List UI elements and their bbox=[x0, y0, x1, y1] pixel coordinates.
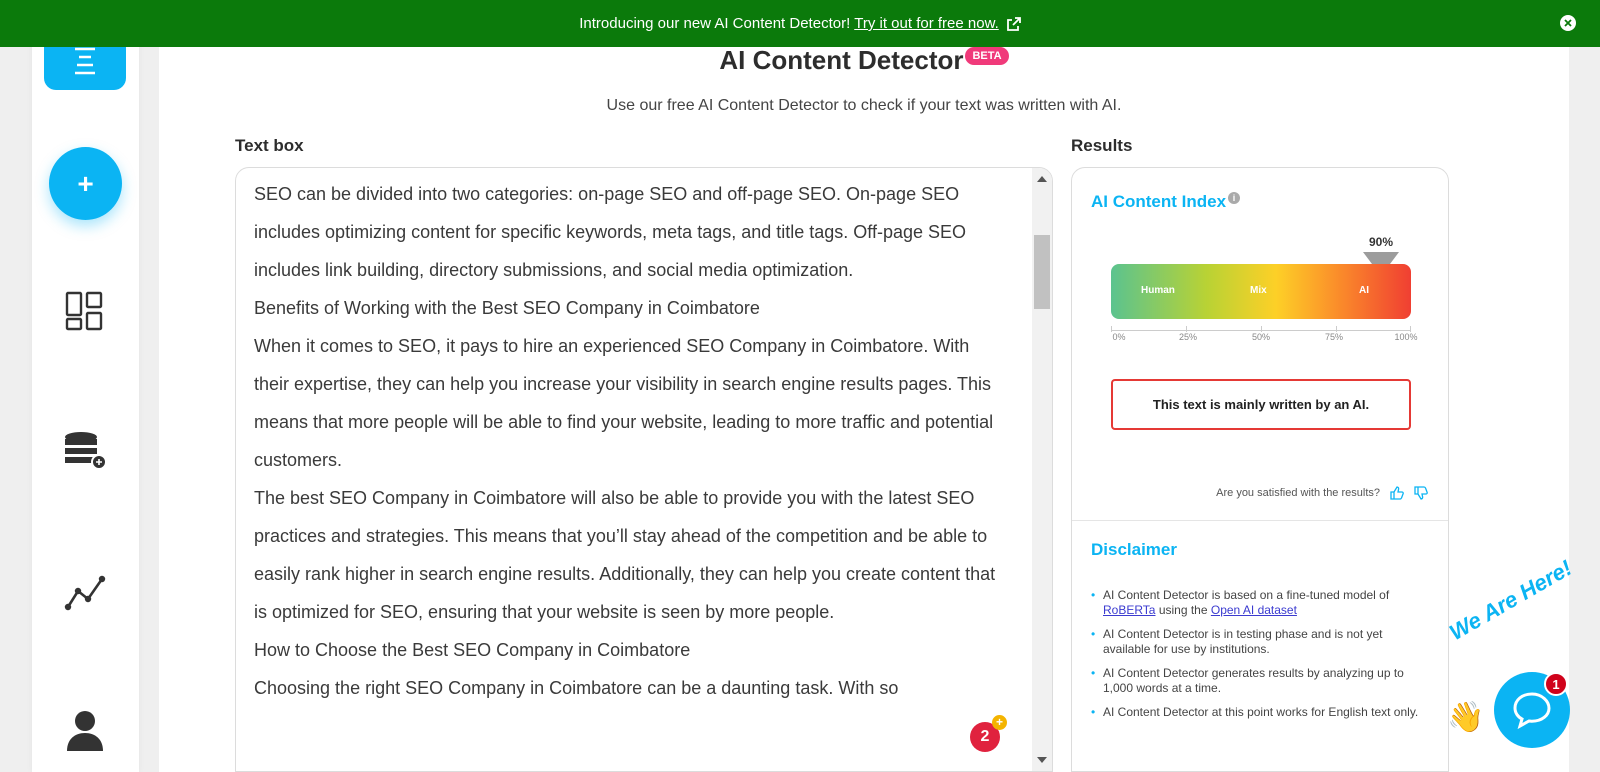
document-icon bbox=[75, 47, 95, 75]
gauge-tick-label: 100% bbox=[1394, 332, 1418, 342]
notification-badge[interactable]: 2 + bbox=[970, 715, 1007, 752]
text-paragraph: Benefits of Working with the Best SEO Co… bbox=[254, 298, 760, 318]
text-paragraph: The best SEO Company in Coimbatore will … bbox=[254, 488, 996, 622]
external-link-icon[interactable] bbox=[1006, 16, 1021, 31]
text-input-area[interactable]: SEO can be divided into two categories: … bbox=[235, 167, 1053, 772]
gauge-label-ai: AI bbox=[1359, 285, 1369, 296]
ai-content-index-text: AI Content Index bbox=[1091, 192, 1227, 211]
gauge-tick-label: 0% bbox=[1112, 332, 1126, 342]
gauge-label-human: Human bbox=[1141, 285, 1175, 296]
info-icon[interactable]: i bbox=[1228, 192, 1241, 204]
text-paragraph: SEO can be divided into two categories: … bbox=[254, 184, 967, 280]
verdict-box: This text is mainly written by an AI. bbox=[1111, 379, 1411, 430]
left-sidebar: + bbox=[32, 0, 139, 772]
disclaimer-title: Disclaimer bbox=[1091, 540, 1177, 559]
text-cut-line bbox=[254, 168, 1009, 175]
ai-gauge-bar: Human Mix AI bbox=[1111, 264, 1411, 319]
announcement-banner: Introducing our new AI Content Detector!… bbox=[0, 0, 1600, 47]
page-subtitle: Use our free AI Content Detector to chec… bbox=[606, 97, 1122, 114]
feedback-row: Are you satisfied with the results? bbox=[1216, 486, 1428, 500]
waving-hand-icon: 👋 bbox=[1447, 701, 1485, 734]
feedback-question: Are you satisfied with the results? bbox=[1216, 487, 1380, 499]
disclaimer-item: AI Content Detector generates results by… bbox=[1091, 666, 1431, 696]
disclaimer-text: using the bbox=[1158, 603, 1208, 617]
scroll-down-arrow-icon[interactable] bbox=[1037, 757, 1047, 763]
gauge-label-mix: Mix bbox=[1250, 285, 1267, 296]
gauge-value-label: 90% bbox=[1368, 235, 1394, 249]
textbox-scrollbar[interactable] bbox=[1032, 168, 1052, 771]
gauge-tick-label: 50% bbox=[1251, 332, 1271, 342]
dashboard-icon bbox=[65, 291, 103, 331]
scrollbar-thumb[interactable] bbox=[1034, 235, 1050, 309]
gauge-tick-label: 75% bbox=[1324, 332, 1344, 342]
text-content[interactable]: SEO can be divided into two categories: … bbox=[254, 168, 1009, 707]
textbox-label: Text box bbox=[235, 136, 304, 155]
results-label: Results bbox=[1071, 136, 1133, 155]
coins-icon bbox=[65, 432, 107, 470]
disclaimer-item: AI Content Detector is based on a fine-t… bbox=[1091, 588, 1431, 618]
chat-bubble-icon bbox=[1513, 692, 1551, 730]
text-paragraph: When it comes to SEO, it pays to hire an… bbox=[254, 336, 994, 470]
disclaimer-item: AI Content Detector is in testing phase … bbox=[1091, 627, 1431, 657]
sidebar-dashboard-button[interactable] bbox=[62, 288, 108, 334]
page-title-text: AI Content Detector bbox=[719, 45, 964, 75]
sidebar-profile-button[interactable] bbox=[62, 708, 108, 754]
banner-close-button[interactable] bbox=[1560, 15, 1576, 31]
close-icon bbox=[1564, 19, 1572, 27]
scroll-up-arrow-icon[interactable] bbox=[1037, 176, 1047, 182]
text-paragraph: How to Choose the Best SEO Company in Co… bbox=[254, 640, 691, 660]
page-title: AI Content Detector BETA bbox=[159, 45, 1569, 76]
chart-line-icon bbox=[64, 575, 106, 611]
thumbs-down-icon[interactable] bbox=[1414, 486, 1428, 500]
disclaimer-text: AI Content Detector is based on a fine-t… bbox=[1103, 588, 1390, 602]
sidebar-add-button[interactable]: + bbox=[49, 147, 122, 220]
results-divider bbox=[1072, 520, 1448, 521]
chat-unread-badge: 1 bbox=[1544, 672, 1568, 696]
main-panel: AI Content Detector BETA Use our free AI … bbox=[159, 0, 1569, 772]
beta-badge: BETA bbox=[965, 47, 1009, 65]
results-card: AI Content Index i 90% Human Mix AI 0% 25… bbox=[1071, 167, 1449, 772]
ai-content-index-title: AI Content Index i bbox=[1091, 192, 1241, 212]
notification-count: 2 bbox=[980, 728, 990, 745]
sidebar-analytics-button[interactable] bbox=[62, 570, 108, 616]
roberta-link[interactable]: RoBERTa bbox=[1103, 603, 1155, 617]
user-icon bbox=[67, 711, 103, 751]
banner-text: Introducing our new AI Content Detector! bbox=[579, 15, 851, 32]
disclaimer-list: AI Content Detector is based on a fine-t… bbox=[1091, 588, 1431, 729]
openai-dataset-link[interactable]: Open AI dataset bbox=[1211, 603, 1297, 617]
disclaimer-item: AI Content Detector at this point works … bbox=[1091, 705, 1431, 720]
sidebar-credits-button[interactable] bbox=[62, 428, 108, 474]
banner-try-link[interactable]: Try it out for free now. bbox=[854, 15, 999, 32]
thumbs-up-icon[interactable] bbox=[1390, 486, 1404, 500]
plus-icon: + bbox=[992, 715, 1007, 730]
text-paragraph: Choosing the right SEO Company in Coimba… bbox=[254, 678, 899, 698]
gauge-tick-label: 25% bbox=[1178, 332, 1198, 342]
